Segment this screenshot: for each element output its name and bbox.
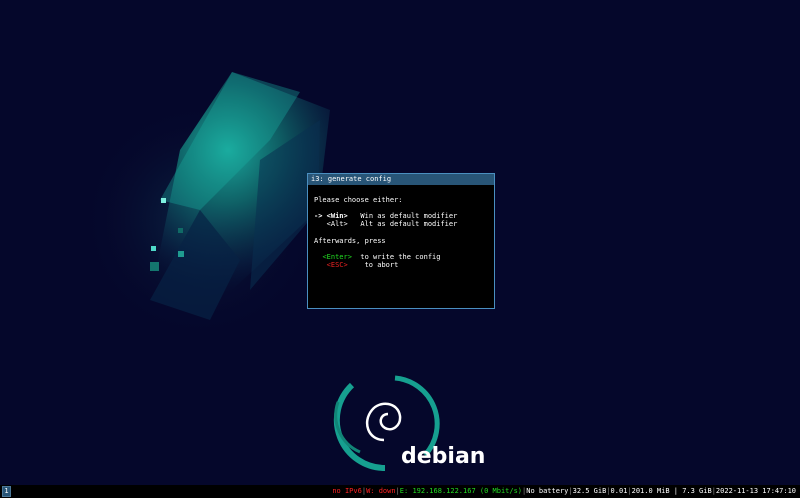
sparkle-square — [178, 251, 184, 257]
option-desc-alt: Alt as default modifier — [360, 220, 458, 228]
debian-logo-text: debian — [401, 444, 485, 469]
workspace-button[interactable]: 1 — [2, 486, 11, 497]
sparkle-square — [151, 246, 156, 251]
afterwards-text: Afterwards, press — [314, 237, 386, 245]
option-desc-win: Win as default modifier — [360, 212, 458, 220]
esc-key: <ESC> — [326, 261, 348, 269]
status-items: no IPv6|W: down|E: 192.168.122.167 (0 Mb… — [332, 487, 796, 495]
option-arrow: -> — [314, 212, 327, 220]
enter-key: <Enter> — [322, 253, 352, 261]
status-memory: 201.0 MiB | 7.3 GiB — [631, 487, 712, 495]
option-key-alt: <Alt> — [326, 220, 348, 228]
action-enter[interactable]: <Enter> to write the config — [314, 253, 440, 261]
i3-status-bar: 1 no IPv6|W: down|E: 192.168.122.167 (0 … — [0, 485, 800, 498]
option-arrow — [314, 220, 327, 228]
sparkle-square — [161, 198, 166, 203]
status-datetime: 2022-11-13 17:47:10 — [715, 487, 796, 495]
status-wireless: W: down — [366, 487, 396, 495]
option-alt[interactable]: <Alt> Alt as default modifier — [314, 220, 458, 228]
status-ipv6: no IPv6 — [332, 487, 362, 495]
action-esc[interactable]: <ESC> to abort — [314, 261, 399, 269]
sparkle-square — [178, 228, 183, 233]
status-battery: No battery — [526, 487, 569, 495]
status-disk: 32.5 GiB — [572, 487, 607, 495]
dialog-body: Please choose either: -> <Win> Win as de… — [308, 185, 494, 289]
status-load: 0.01 — [610, 487, 628, 495]
option-key-win: <Win> — [326, 212, 348, 220]
esc-desc: to abort — [364, 261, 399, 269]
dialog-title: i3: generate config — [308, 174, 494, 185]
sparkle-square — [150, 262, 159, 271]
option-win[interactable]: -> <Win> Win as default modifier — [314, 212, 457, 220]
status-ethernet: E: 192.168.122.167 (0 Mbit/s) — [399, 487, 523, 495]
i3-config-dialog[interactable]: i3: generate config Please choose either… — [307, 173, 495, 309]
enter-desc: to write the config — [360, 253, 441, 261]
prompt-text: Please choose either: — [314, 196, 403, 204]
